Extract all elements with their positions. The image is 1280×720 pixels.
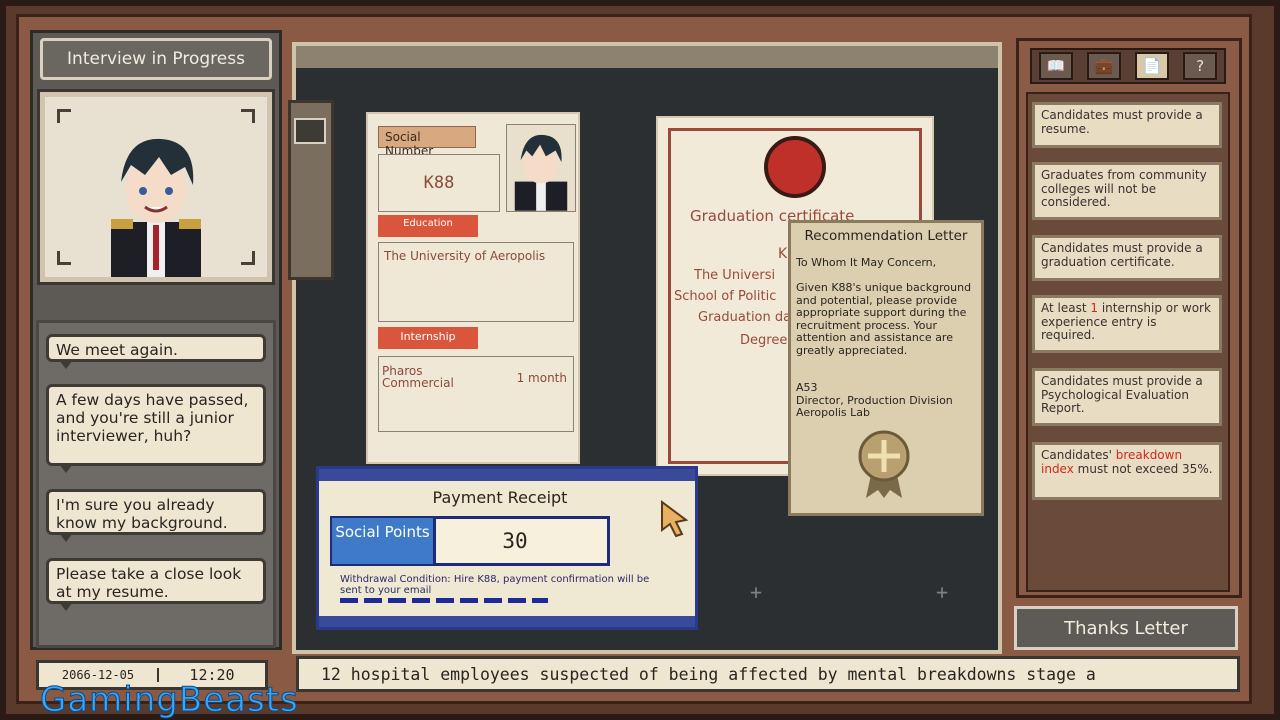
- certificate-university: The Universi: [694, 268, 776, 283]
- rule-text: Candidates must provide a resume.: [1041, 108, 1203, 136]
- book-icon[interactable]: 📖: [1039, 52, 1073, 80]
- document-icon[interactable]: 📄: [1135, 52, 1169, 80]
- internship-duration: 1 month: [516, 371, 567, 385]
- plus-marker: +: [750, 580, 763, 604]
- certificate-name: K: [778, 246, 788, 262]
- rule-text-pre: Candidates': [1041, 448, 1116, 462]
- receipt-bottom-bar: [319, 616, 695, 627]
- certificate-school: School of Politic: [674, 289, 777, 304]
- news-ticker: 12 hospital employees suspected of being…: [296, 656, 1240, 692]
- resume-photo: [506, 124, 576, 212]
- rule-card: Candidates must provide a graduation cer…: [1032, 235, 1222, 281]
- withdrawal-condition: Withdrawal Condition: Hire K88, payment …: [340, 574, 650, 596]
- rule-text: Candidates must provide a graduation cer…: [1041, 241, 1203, 269]
- signer-id: A53: [796, 381, 818, 394]
- rule-text: Candidates must provide a Psychological …: [1041, 374, 1203, 415]
- chat-bubble: I'm sure you already know my background.: [46, 489, 266, 542]
- chat-bubble: We meet again.: [46, 334, 266, 369]
- chat-bubble: Please take a close look at my resume.: [46, 558, 266, 611]
- desk-top-bar: [296, 46, 998, 68]
- tool-bar: 📖 💼 📄 ?: [1030, 48, 1226, 84]
- resume-document[interactable]: Social Number K88 Education The Universi…: [366, 112, 580, 464]
- recommendation-body: Given K88's unique background and potent…: [796, 281, 972, 357]
- social-number-label: Social Number: [378, 126, 476, 158]
- social-points-label: Social Points: [332, 518, 436, 564]
- thanks-letter-button[interactable]: Thanks Letter: [1014, 606, 1238, 650]
- rule-card: Candidates must provide a Psychological …: [1032, 368, 1222, 426]
- hand-cursor-icon: [661, 500, 689, 538]
- chat-bubble: A few days have passed, and you're still…: [46, 384, 266, 473]
- rule-card: At least 1 internship or work experience…: [1032, 295, 1222, 353]
- rule-card: Candidates' breakdown index must not exc…: [1032, 442, 1222, 500]
- id-card-icon[interactable]: [294, 118, 326, 144]
- signer-org: Aeropolis Lab: [796, 406, 871, 420]
- resume-avatar: [514, 134, 568, 211]
- social-number-value: K88: [378, 154, 500, 212]
- help-icon[interactable]: ?: [1183, 52, 1217, 80]
- watermark: GamingBeasts: [40, 680, 299, 720]
- recommendation-signature: A53 Director, Production Division Aeropo…: [796, 381, 974, 420]
- internship-label: Internship: [378, 327, 478, 349]
- rule-text: Graduates from community colleges will n…: [1041, 168, 1207, 209]
- internship-company: Pharos Commercial: [382, 364, 454, 390]
- rule-card: Graduates from community colleges will n…: [1032, 162, 1222, 220]
- social-points-value: 30: [502, 529, 528, 553]
- certificate-degree: Degree: [740, 333, 788, 348]
- university-seal-icon: [764, 136, 826, 198]
- receipt-top-bar: [319, 469, 695, 481]
- receipt-stripes: [340, 598, 548, 603]
- recommendation-title: Recommendation Letter: [804, 228, 968, 244]
- rule-highlight: 1: [1090, 301, 1098, 315]
- briefcase-icon[interactable]: 💼: [1087, 52, 1121, 80]
- internship-box: Pharos Commercial 1 month: [378, 356, 574, 432]
- education-label: Education: [378, 215, 478, 237]
- receipt-title: Payment Receipt: [432, 488, 568, 507]
- rule-card: Candidates must provide a resume.: [1032, 102, 1222, 148]
- medal-stamp-icon: [858, 430, 910, 498]
- rule-text-post: must not exceed 35%.: [1073, 461, 1213, 476]
- rule-text-pre: At least: [1041, 301, 1091, 315]
- certificate-date: Graduation da: [698, 310, 790, 325]
- education-value: The University of Aeropolis: [378, 242, 574, 322]
- recommendation-salutation: To Whom It May Concern,: [796, 256, 937, 269]
- candidate-portrait: [37, 89, 275, 285]
- plus-marker: +: [936, 580, 949, 604]
- interview-title: Interview in Progress: [40, 38, 272, 80]
- candidate-avatar: [111, 138, 201, 277]
